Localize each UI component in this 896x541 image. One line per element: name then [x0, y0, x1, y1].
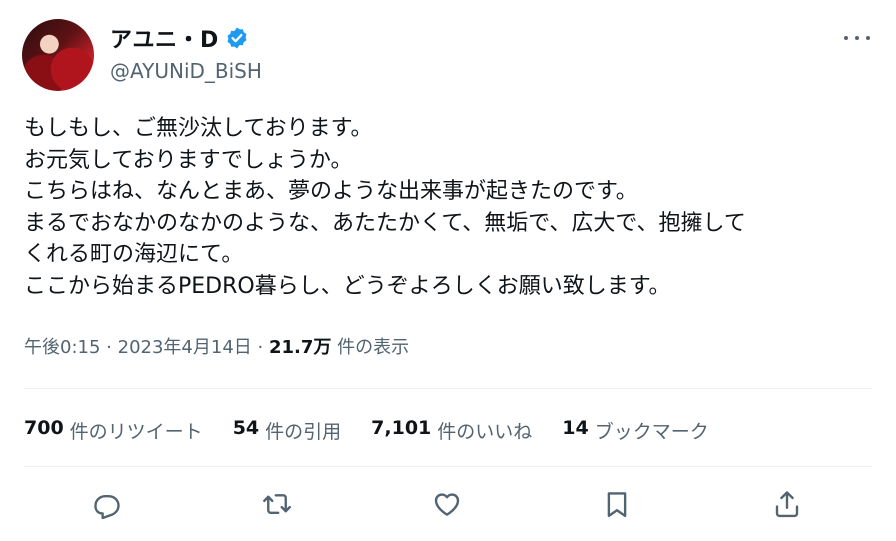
quote-label: 件の引用	[265, 421, 342, 443]
quote-stat[interactable]: 54 件の引用	[233, 417, 341, 444]
bookmark-icon[interactable]	[599, 486, 635, 522]
user-handle[interactable]: @AYUNiD_BiSH	[110, 59, 262, 83]
retweet-icon[interactable]	[259, 486, 295, 522]
divider	[24, 466, 872, 467]
tweet-text: もしもし、ご無沙汰しております。 お元気しておりますでしょうか。 こちらはね、な…	[24, 116, 746, 299]
avatar[interactable]	[22, 19, 94, 91]
bookmark-count: 14	[562, 417, 589, 439]
tweet-meta: 午後0:15 · 2023年4月14日 · 21.7万 件の表示	[24, 333, 409, 359]
engagement-stats: 700 件のリツイート 54 件の引用 7,101 件のいいね 14 ブックマー…	[24, 417, 739, 444]
like-label: 件のいいね	[437, 421, 533, 443]
retweet-stat[interactable]: 700 件のリツイート	[24, 417, 203, 444]
bookmark-stat[interactable]: 14 ブックマーク	[562, 417, 708, 444]
like-count: 7,101	[371, 417, 432, 439]
divider	[24, 388, 872, 389]
quote-count: 54	[232, 417, 260, 439]
reply-icon[interactable]	[89, 486, 125, 522]
bookmark-label: ブックマーク	[594, 421, 709, 443]
action-bar	[0, 486, 896, 522]
tweet-date[interactable]: 2023年4月14日	[118, 337, 252, 358]
display-name[interactable]: アユニ・D	[110, 22, 219, 54]
meta-separator: ·	[106, 337, 112, 358]
more-options-icon[interactable]	[844, 28, 870, 48]
view-count: 21.7万	[269, 337, 332, 358]
verified-badge-icon[interactable]	[225, 26, 249, 50]
meta-separator: ·	[257, 337, 264, 358]
like-stat[interactable]: 7,101 件のいいね	[371, 417, 532, 444]
view-label: 件の表示	[337, 337, 410, 358]
tweet-time[interactable]: 午後0:15	[24, 337, 100, 358]
retweet-count: 700	[24, 417, 64, 439]
share-icon[interactable]	[769, 486, 805, 522]
author-name-row: アユニ・D	[110, 22, 249, 54]
heart-icon[interactable]	[429, 486, 465, 522]
retweet-label: 件のリツイート	[69, 421, 203, 443]
